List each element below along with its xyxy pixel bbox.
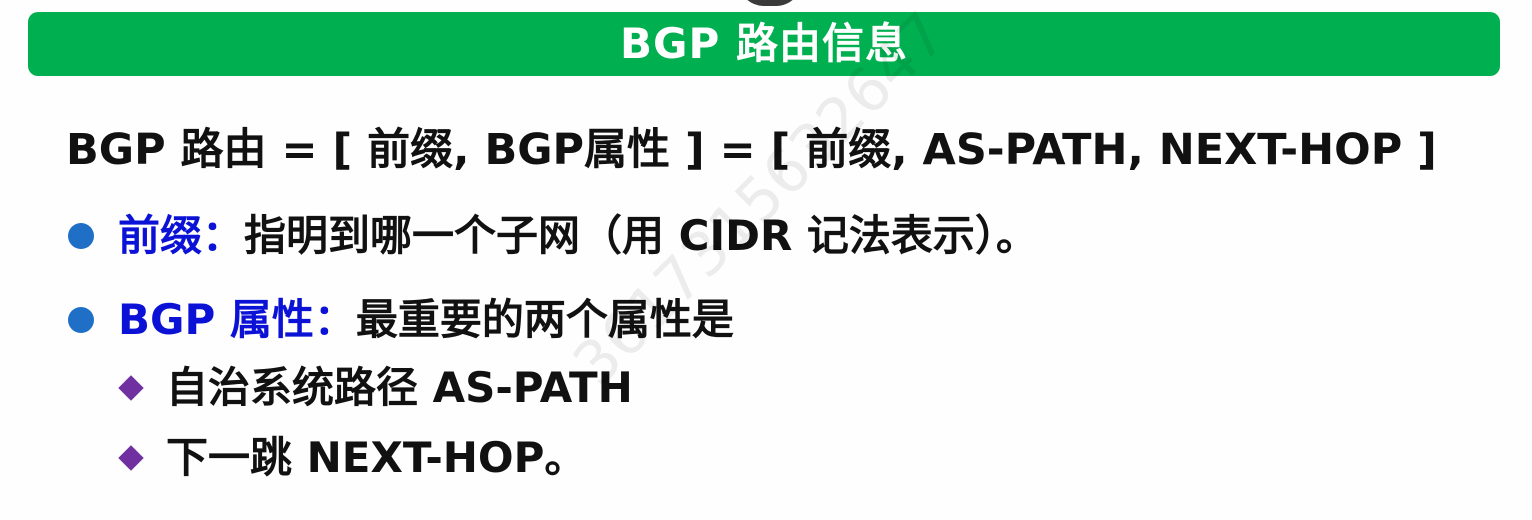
circle-bullet-icon <box>68 307 94 333</box>
circle-bullet-icon <box>68 223 94 249</box>
sub-bullet-as-path: 自治系统路径 AS-PATH <box>118 358 633 418</box>
diamond-bullet-icon <box>118 375 144 401</box>
top-notch-decoration <box>738 0 802 6</box>
bullet-prefix: 前缀： 指明到哪一个子网（用 CIDR 记法表示）。 <box>68 206 1038 266</box>
bullet-term: BGP 属性： <box>118 295 356 344</box>
sub-bullet-text: 自治系统路径 AS-PATH <box>166 363 633 412</box>
sub-bullet-text: 下一跳 NEXT-HOP。 <box>166 433 587 482</box>
sub-bullet-next-hop: 下一跳 NEXT-HOP。 <box>118 428 586 488</box>
bullet-text: 指明到哪一个子网（用 CIDR 记法表示）。 <box>244 211 1038 260</box>
title-banner: BGP 路由信息 <box>28 12 1500 76</box>
bullet-term: 前缀： <box>118 211 245 260</box>
diamond-bullet-icon <box>118 445 144 471</box>
